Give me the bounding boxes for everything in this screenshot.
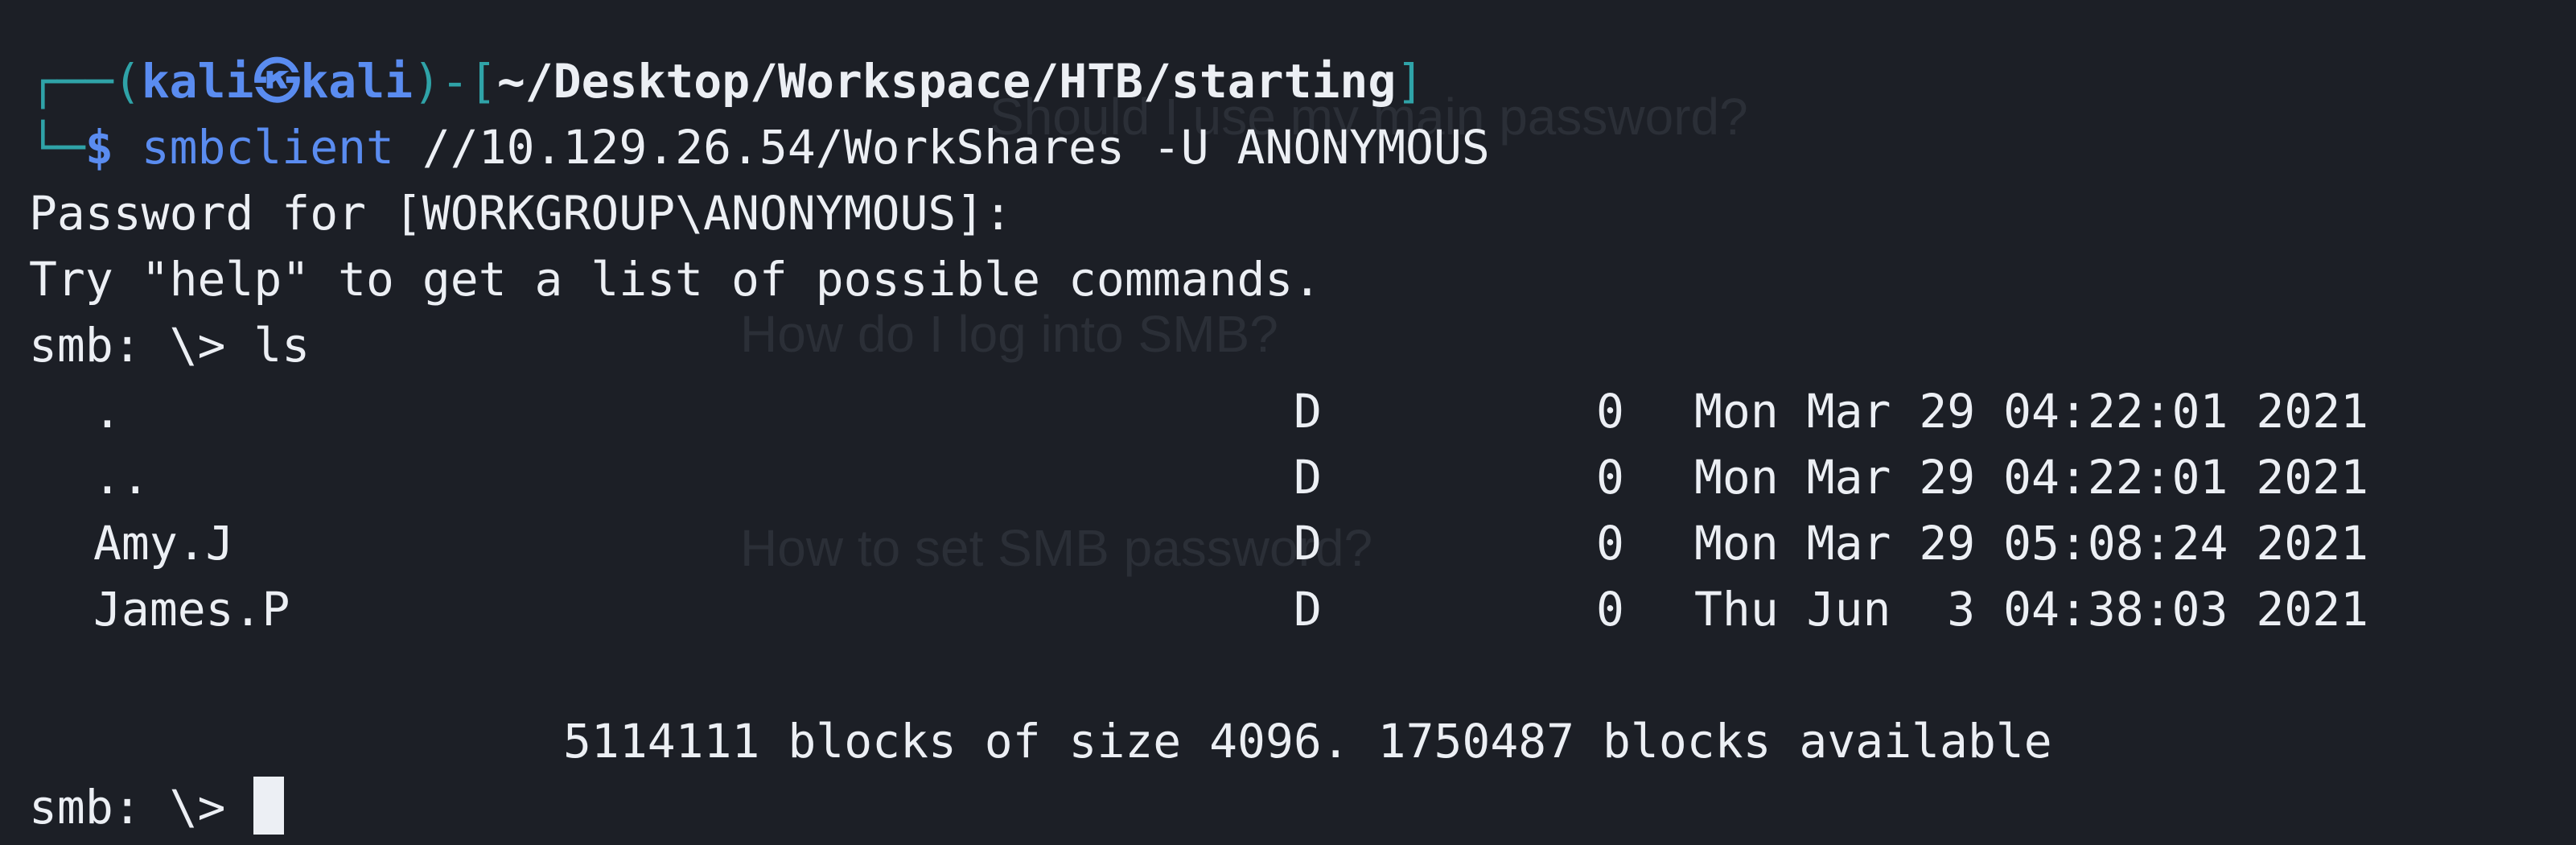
listing-name: James.P	[93, 582, 290, 637]
prompt-host: kali	[300, 54, 414, 109]
listing-date: Thu Jun 3 04:38:03 2021	[1694, 582, 2369, 637]
help-line: Try "help" to get a list of possible com…	[29, 252, 1322, 307]
listing-type: D	[1294, 516, 1322, 571]
listing-name: Amy.J	[93, 516, 234, 571]
smb-input-line[interactable]: smb: \>	[29, 774, 2576, 840]
listing-size: 0	[1596, 582, 1624, 637]
listing-name: ..	[93, 450, 150, 505]
blocks-text: 5114111 blocks of size 4096. 1750487 blo…	[563, 714, 2052, 769]
listing-row: . D 0 Mon Mar 29 04:22:01 2021	[29, 378, 2576, 444]
listing-date: Mon Mar 29 05:08:24 2021	[1694, 516, 2369, 571]
listing-size: 0	[1596, 384, 1624, 439]
prompt-path: ~/Desktop/Workspace/HTB/starting	[496, 54, 1397, 109]
command-line: └─$ smbclient //10.129.26.54/WorkShares …	[29, 114, 2576, 180]
prompt-user: kali	[141, 54, 254, 109]
prompt-mid: )-[	[413, 54, 497, 109]
command-args: //10.129.26.54/WorkShares -U ANONYMOUS	[422, 120, 1490, 175]
prompt-close: ]	[1396, 54, 1425, 109]
blocks-line: 5114111 blocks of size 4096. 1750487 blo…	[29, 708, 2576, 774]
listing-size: 0	[1596, 516, 1624, 571]
text-cursor[interactable]	[253, 777, 285, 835]
listing-date: Mon Mar 29 04:22:01 2021	[1694, 450, 2369, 505]
smb-prompt: smb: \>	[29, 780, 254, 835]
listing-row: James.P D 0 Thu Jun 3 04:38:03 2021	[29, 576, 2576, 642]
listing-name: .	[93, 384, 121, 439]
kali-at-icon: ㉿	[253, 54, 301, 109]
command-name: smbclient	[141, 120, 394, 175]
password-line: Password for [WORKGROUP\ANONYMOUS]:	[29, 186, 1013, 241]
prompt-header-line: ┌──(kali㉿kali)-[~/Desktop/Workspace/HTB/…	[29, 48, 2576, 114]
listing-date: Mon Mar 29 04:22:01 2021	[1694, 384, 2369, 439]
listing-size: 0	[1596, 450, 1624, 505]
prompt-corner-bottom: └─	[29, 120, 85, 175]
listing-row: Amy.J D 0 Mon Mar 29 05:08:24 2021	[29, 510, 2576, 576]
smb-ls-line: smb: \> ls	[29, 318, 311, 373]
listing-row: .. D 0 Mon Mar 29 04:22:01 2021	[29, 444, 2576, 510]
prompt-dollar: $	[84, 120, 113, 175]
terminal-window[interactable]: Should I use my main password? How do I …	[0, 0, 2576, 845]
prompt-corner-top: ┌──(	[29, 54, 142, 109]
listing-type: D	[1294, 582, 1322, 637]
listing-type: D	[1294, 450, 1322, 505]
listing-type: D	[1294, 384, 1322, 439]
